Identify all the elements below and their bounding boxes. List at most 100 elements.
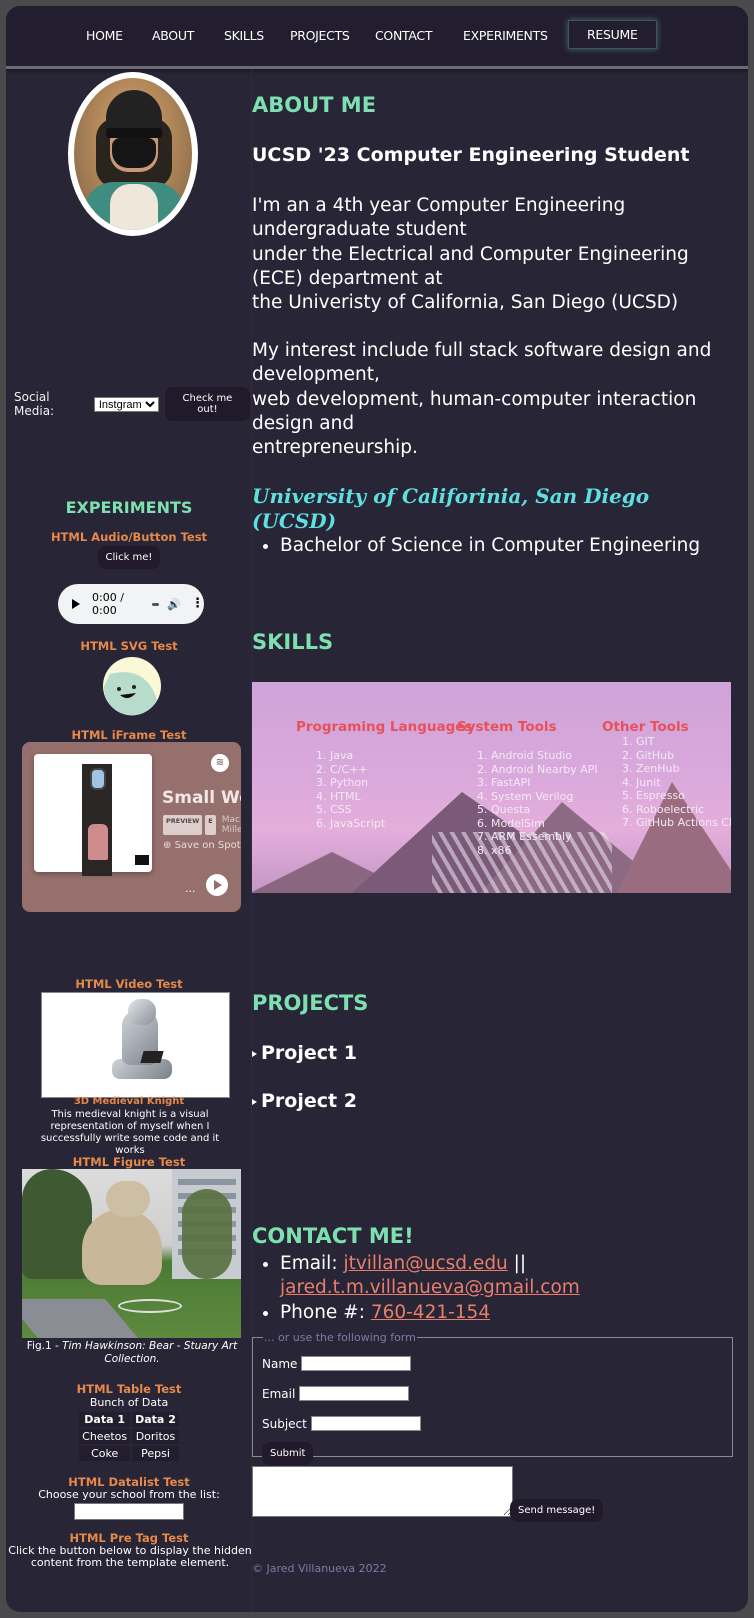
skill-item: Python: [330, 776, 473, 790]
check-me-out-button[interactable]: Check me out!: [164, 387, 250, 421]
table-cell: Pepsi: [132, 1446, 179, 1461]
email-input[interactable]: [299, 1386, 410, 1401]
knight-video[interactable]: [41, 992, 230, 1098]
subject-label: Subject: [262, 1416, 307, 1431]
email-link-ucsd[interactable]: jtvillan@ucsd.edu: [343, 1253, 507, 1274]
phone-label: Phone #:: [280, 1301, 371, 1323]
subject-row: Subject: [262, 1416, 421, 1431]
more-icon[interactable]: ...: [185, 882, 196, 895]
resume-button[interactable]: RESUME: [568, 20, 657, 49]
explicit-badge: E: [205, 815, 216, 835]
skills-list: Java C/C++ Python HTML CSS JavaScript: [296, 749, 473, 830]
disclosure-triangle-icon: [252, 1050, 257, 1057]
skills-column-title: System Tools: [457, 719, 557, 735]
artist-name: Mac Miller: [221, 815, 241, 835]
track-title: Small Worlds: [162, 788, 241, 808]
about-heading: ABOUT ME: [252, 93, 377, 117]
projects-heading: PROJECTS: [252, 991, 369, 1015]
bear-statue-photo: [22, 1169, 241, 1338]
degree-item: Bachelor of Science in Computer Engineer…: [280, 534, 700, 558]
profile-photo: [68, 72, 198, 236]
click-me-button[interactable]: Click me!: [97, 546, 161, 569]
figure-test-title: HTML Figure Test: [72, 1155, 186, 1169]
skills-list: GIT GitHub ZenHub Junit Espresso Roboele…: [602, 735, 731, 830]
about-paragraph-1: I'm an a 4th year Computer Engineering u…: [252, 195, 689, 314]
pre-test-text: Click the button below to display the hi…: [8, 1544, 252, 1569]
iframe-test-title: HTML iFrame Test: [71, 728, 187, 742]
table-header-row: Data 1 Data 2: [79, 1412, 179, 1427]
social-media-row: Social Media: Instgram Check me out!: [14, 387, 250, 421]
skill-item: Roboelectric: [636, 803, 731, 817]
about-subtitle: UCSD '23 Computer Engineering Student: [252, 144, 690, 166]
skills-column-system-tools: System Tools Android Studio Android Near…: [457, 719, 598, 857]
skill-item: Java: [330, 749, 473, 763]
university-name: University of Califorinia, San Diego (UC…: [252, 484, 650, 533]
submit-row: Submit: [262, 1442, 314, 1465]
skill-item: Android Studio: [491, 749, 598, 763]
contact-form: ... or use the following form Name Email…: [252, 1331, 733, 1465]
contact-email-item: Email: jtvillan@ucsd.edu || jared.t.m.vi…: [280, 1252, 700, 1301]
skill-item: HTML: [330, 790, 473, 804]
submit-button[interactable]: Submit: [262, 1442, 314, 1465]
nav-projects[interactable]: PROJECTS: [290, 28, 350, 43]
skill-item: x86: [491, 844, 598, 858]
email-field-label: Email: [262, 1386, 296, 1401]
album-cover: [34, 754, 152, 876]
top-nav: HOME ABOUT SKILLS PROJECTS CONTACT EXPER…: [6, 6, 748, 69]
figure-caption-title: Tim Hawkinson: Bear - Stuary Art Collect…: [62, 1340, 238, 1365]
svg-test-title: HTML SVG Test: [80, 639, 178, 653]
spotify-embed[interactable]: ≋ Small Worlds PREVIEW E Mac Miller ⊕ Sa…: [22, 742, 241, 912]
email-row: Email: [262, 1386, 410, 1401]
skill-item: FastAPI: [491, 776, 598, 790]
contact-heading: CONTACT ME!: [252, 1224, 414, 1248]
save-on-spotify-label: Save on Spotify: [174, 840, 241, 851]
nav-experiments[interactable]: EXPERIMENTS: [463, 28, 548, 43]
social-media-label: Social Media:: [14, 390, 55, 418]
social-media-select[interactable]: Instgram: [93, 396, 159, 412]
figure-caption-prefix: Fig.1 -: [26, 1340, 63, 1352]
video-caption-title: 3D Medieval Knight: [73, 1096, 185, 1107]
nav-skills[interactable]: SKILLS: [224, 28, 264, 43]
email-link-gmail[interactable]: jared.t.m.villanueva@gmail.com: [280, 1277, 580, 1298]
table-row: Cheetos Doritos: [79, 1429, 179, 1444]
skill-item: C/C++: [330, 763, 473, 777]
datalist-test-title: HTML Datalist Test: [68, 1475, 190, 1489]
skills-column-other-tools: Other Tools GIT GitHub ZenHub Junit Espr…: [602, 719, 731, 830]
video-test-title: HTML Video Test: [75, 977, 183, 991]
skill-item: CSS: [330, 803, 473, 817]
subject-input[interactable]: [310, 1416, 421, 1431]
contact-phone-item: Phone #: 760-421-154: [280, 1301, 700, 1325]
table-test-title: HTML Table Test: [76, 1382, 182, 1396]
nav-contact[interactable]: CONTACT: [375, 28, 432, 43]
audio-time: 0:00 / 0:00: [92, 591, 124, 617]
skill-item: ZenHub: [636, 762, 731, 776]
page-frame: HOME ABOUT SKILLS PROJECTS CONTACT EXPER…: [6, 6, 748, 1612]
name-row: Name: [262, 1356, 412, 1371]
pre-test-title: HTML Pre Tag Test: [69, 1531, 189, 1545]
more-options-icon[interactable]: ⋮: [191, 597, 204, 610]
data-table: Bunch of Data Data 1 Data 2 Cheetos Dori…: [77, 1396, 181, 1463]
about-paragraph-2: My interest include full stack software …: [252, 340, 712, 459]
name-input[interactable]: [301, 1356, 412, 1371]
sidebar: Social Media: Instgram Check me out! EXP…: [6, 69, 252, 1612]
spotify-play-button[interactable]: [206, 874, 228, 896]
skill-item: Espresso: [636, 789, 731, 803]
nav-about[interactable]: ABOUT: [152, 28, 194, 43]
project-1-toggle[interactable]: Project 1: [252, 1042, 357, 1064]
spotify-logo-icon[interactable]: ≋: [211, 754, 229, 772]
table-header-cell: Data 1: [79, 1412, 131, 1427]
message-textarea[interactable]: [252, 1466, 513, 1517]
play-icon[interactable]: [72, 599, 80, 609]
footer-copyright: © Jared Villanueva 2022: [252, 1562, 387, 1575]
save-on-spotify[interactable]: ⊕ Save on Spotify: [163, 840, 241, 851]
school-datalist-input[interactable]: [74, 1503, 184, 1520]
send-message-button[interactable]: Send message!: [510, 1499, 604, 1522]
skill-item: Junit: [636, 776, 731, 790]
nav-home[interactable]: HOME: [86, 28, 123, 43]
degree-list: Bachelor of Science in Computer Engineer…: [252, 534, 700, 558]
phone-link[interactable]: 760-421-154: [371, 1302, 490, 1323]
skill-item: ModelSim: [491, 817, 598, 831]
volume-icon[interactable]: 🔊: [167, 598, 181, 611]
audio-progress-bar[interactable]: [152, 602, 160, 606]
project-2-toggle[interactable]: Project 2: [252, 1090, 357, 1112]
